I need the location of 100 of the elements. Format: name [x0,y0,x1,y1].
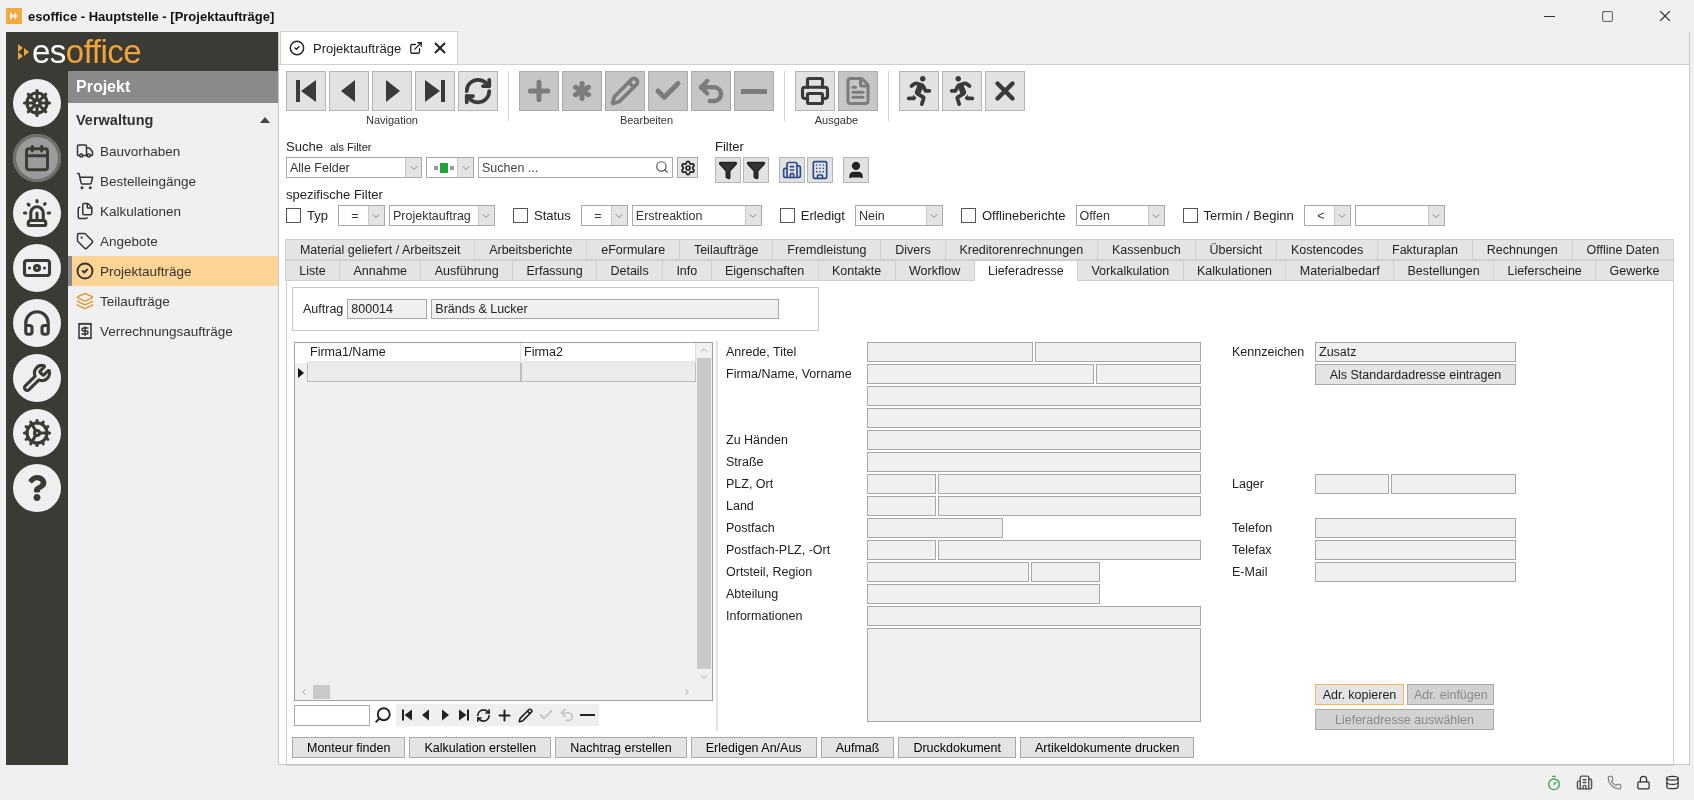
external-link-icon[interactable] [409,41,424,55]
module-button[interactable] [13,189,61,237]
input-field[interactable]: Zusatz [1315,342,1516,362]
undo-button[interactable] [559,707,575,723]
tab[interactable]: Materialbedarf [1285,260,1395,281]
print-button[interactable] [795,71,835,111]
set-default-button[interactable]: Als Standardadresse eintragen [1315,364,1516,385]
input-field[interactable] [867,496,936,516]
nav-item[interactable]: Bauvorhaben [68,136,278,166]
settings-button[interactable] [677,157,698,178]
document-tab[interactable]: Projektaufträge [280,31,459,64]
tab[interactable]: Bestellungen [1393,260,1495,281]
value-dropdown[interactable]: Erstreaktion [631,205,762,226]
module-button[interactable] [13,244,61,292]
tab[interactable]: Material geliefert / Arbeitszeit [285,239,476,260]
input-field[interactable] [1031,562,1100,582]
action-button[interactable]: Druckdokument [898,737,1016,758]
input-field[interactable] [938,496,1201,516]
tab[interactable]: Vorkalkulation [1077,260,1184,281]
tab[interactable]: Gewerke [1595,260,1674,281]
value-dropdown[interactable]: Nein [854,205,943,226]
action-button[interactable]: Nachtrag erstellen [555,737,687,758]
tab[interactable]: Kreditorenrechnungen [944,239,1098,260]
filter-button[interactable] [715,157,741,183]
tab[interactable]: Fakturaplan [1377,239,1473,260]
run-button[interactable] [899,71,939,111]
module-button[interactable] [13,299,61,347]
search-button[interactable] [374,706,392,724]
tab[interactable]: Erfassung [512,260,598,281]
input-field[interactable] [1315,562,1516,582]
module-button[interactable] [13,354,61,402]
text-area[interactable] [867,628,1201,722]
action-button[interactable]: Monteur finden [292,737,406,758]
copy-address-button[interactable]: Adr. kopieren [1315,684,1404,705]
input-field[interactable] [867,386,1201,406]
close-button[interactable] [985,71,1025,111]
tab[interactable]: Details [596,260,664,281]
module-button[interactable] [13,134,61,182]
input-field[interactable] [1391,474,1516,494]
action-button[interactable]: Erledigen An/Aus [690,737,817,758]
tab[interactable]: Arbeitsberichte [474,239,588,260]
module-button[interactable] [13,464,61,512]
nav-item[interactable]: Teilaufträge [68,286,278,316]
nav-item[interactable]: Bestelleingänge [68,166,278,196]
value-dropdown[interactable]: Projektauftrag [388,205,495,226]
field-dropdown[interactable]: Alle Felder [286,157,422,178]
user-button[interactable] [843,157,869,183]
tab[interactable]: Kostencodes [1276,239,1379,260]
action-button[interactable]: Kalkulation erstellen [409,737,552,758]
checkbox[interactable] [960,208,976,223]
input-field[interactable] [867,584,1100,604]
input-field[interactable] [938,474,1201,494]
first-button[interactable] [286,71,326,111]
edit-button[interactable] [518,707,533,723]
refresh-button[interactable] [476,707,491,723]
filter-button[interactable] [743,157,769,183]
tab[interactable]: Workflow [894,260,975,281]
input-field[interactable] [867,474,936,494]
tab[interactable]: eFormulare [586,239,681,260]
input-field[interactable] [867,342,1033,362]
action-button[interactable]: Artikeldokumente drucken [1019,737,1195,758]
scrollbar-thumb[interactable] [697,358,711,669]
nav-item[interactable]: Angebote [68,226,278,256]
tab[interactable]: Rechnungen [1471,239,1573,260]
tab[interactable]: Liste [285,260,341,281]
tab[interactable]: Info [662,260,712,281]
tab[interactable]: Eigenschaften [710,260,819,281]
module-button[interactable] [13,79,61,127]
checkbox[interactable] [1182,208,1198,223]
search-field[interactable]: Suchen ... [478,157,673,178]
last-button[interactable] [415,71,455,111]
operator-dropdown[interactable]: = [337,205,385,226]
checkbox[interactable] [512,208,528,223]
input-field[interactable] [867,606,1201,626]
filter-button[interactable] [807,157,833,183]
grid-search-field[interactable] [294,704,370,726]
tab[interactable]: Teilaufträge [679,239,774,260]
tab[interactable]: Lieferscheine [1493,260,1597,281]
operator-dropdown[interactable]: = [580,205,628,226]
tab[interactable]: Fremdleistung [772,239,882,260]
tab[interactable]: Divers [880,239,946,260]
nav-item[interactable]: Kalkulationen [68,196,278,226]
run-button[interactable] [942,71,982,111]
module-button[interactable] [13,409,61,457]
input-field[interactable] [1035,342,1201,362]
input-field[interactable] [867,408,1201,428]
tab[interactable]: Kontakte [817,260,896,281]
next-button[interactable] [372,71,412,111]
tab[interactable]: Kalkulationen [1182,260,1287,281]
input-field[interactable] [1315,540,1516,560]
value-dropdown[interactable]: Offen [1075,205,1165,226]
input-field[interactable] [1315,474,1389,494]
input-field[interactable] [867,430,1201,450]
value-dropdown[interactable] [1354,205,1445,226]
refresh-button[interactable] [458,71,498,111]
input-field[interactable] [867,518,1003,538]
tab[interactable]: Ausführung [420,260,514,281]
checkbox[interactable] [286,208,301,223]
input-field[interactable] [867,452,1201,472]
operator-dropdown[interactable]: < [1303,205,1351,226]
